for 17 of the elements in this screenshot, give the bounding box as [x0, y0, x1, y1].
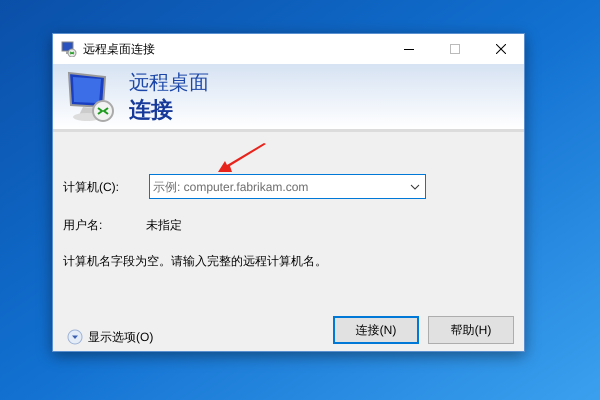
annotation-arrow [216, 142, 268, 174]
show-options-button[interactable]: 显示选项(O) [67, 328, 154, 346]
computer-combobox[interactable]: 示例: computer.fabrikam.com [149, 174, 426, 199]
connect-button[interactable]: 连接(N) [333, 316, 419, 344]
help-button[interactable]: 帮助(H) [428, 316, 514, 344]
minimize-icon [404, 48, 414, 50]
status-message: 计算机名字段为空。请输入完整的远程计算机名。 [63, 253, 328, 270]
banner-subtitle: 连接 [129, 96, 174, 124]
banner-title: 远程桌面 [129, 70, 209, 96]
close-icon [496, 44, 506, 54]
maximize-icon [450, 44, 460, 54]
monitor-icon [61, 41, 77, 57]
chevron-down-icon [410, 184, 420, 190]
username-label: 用户名: [63, 217, 104, 234]
window-title: 远程桌面连接 [83, 41, 155, 58]
computer-label: 计算机(C): [63, 178, 120, 196]
username-value: 未指定 [146, 217, 182, 234]
